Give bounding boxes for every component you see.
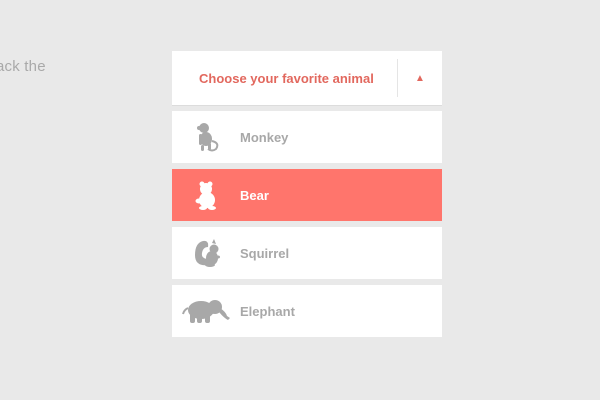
- elephant-icon: [172, 285, 240, 337]
- squirrel-icon: [172, 227, 240, 279]
- dropdown-list: Monkey Bear Squirrel Elephant: [172, 111, 442, 337]
- dropdown-title: Choose your favorite animal: [199, 70, 374, 86]
- monkey-icon: [172, 111, 240, 163]
- list-item-elephant[interactable]: Elephant: [172, 285, 442, 337]
- animal-dropdown: Choose your favorite animal ▲ Monkey Bea…: [172, 51, 442, 343]
- triangle-up-icon[interactable]: ▲: [398, 51, 442, 105]
- dropdown-header[interactable]: Choose your favorite animal ▲: [172, 51, 442, 105]
- item-label: Squirrel: [240, 245, 290, 261]
- list-item-monkey[interactable]: Monkey: [172, 111, 442, 163]
- background-text: ack the: [0, 58, 46, 75]
- item-label: Elephant: [240, 303, 295, 319]
- item-label: Monkey: [240, 129, 289, 145]
- list-item-squirrel[interactable]: Squirrel: [172, 227, 442, 279]
- item-label: Bear: [240, 187, 269, 203]
- bear-icon: [172, 169, 240, 221]
- list-item-bear[interactable]: Bear: [172, 169, 442, 221]
